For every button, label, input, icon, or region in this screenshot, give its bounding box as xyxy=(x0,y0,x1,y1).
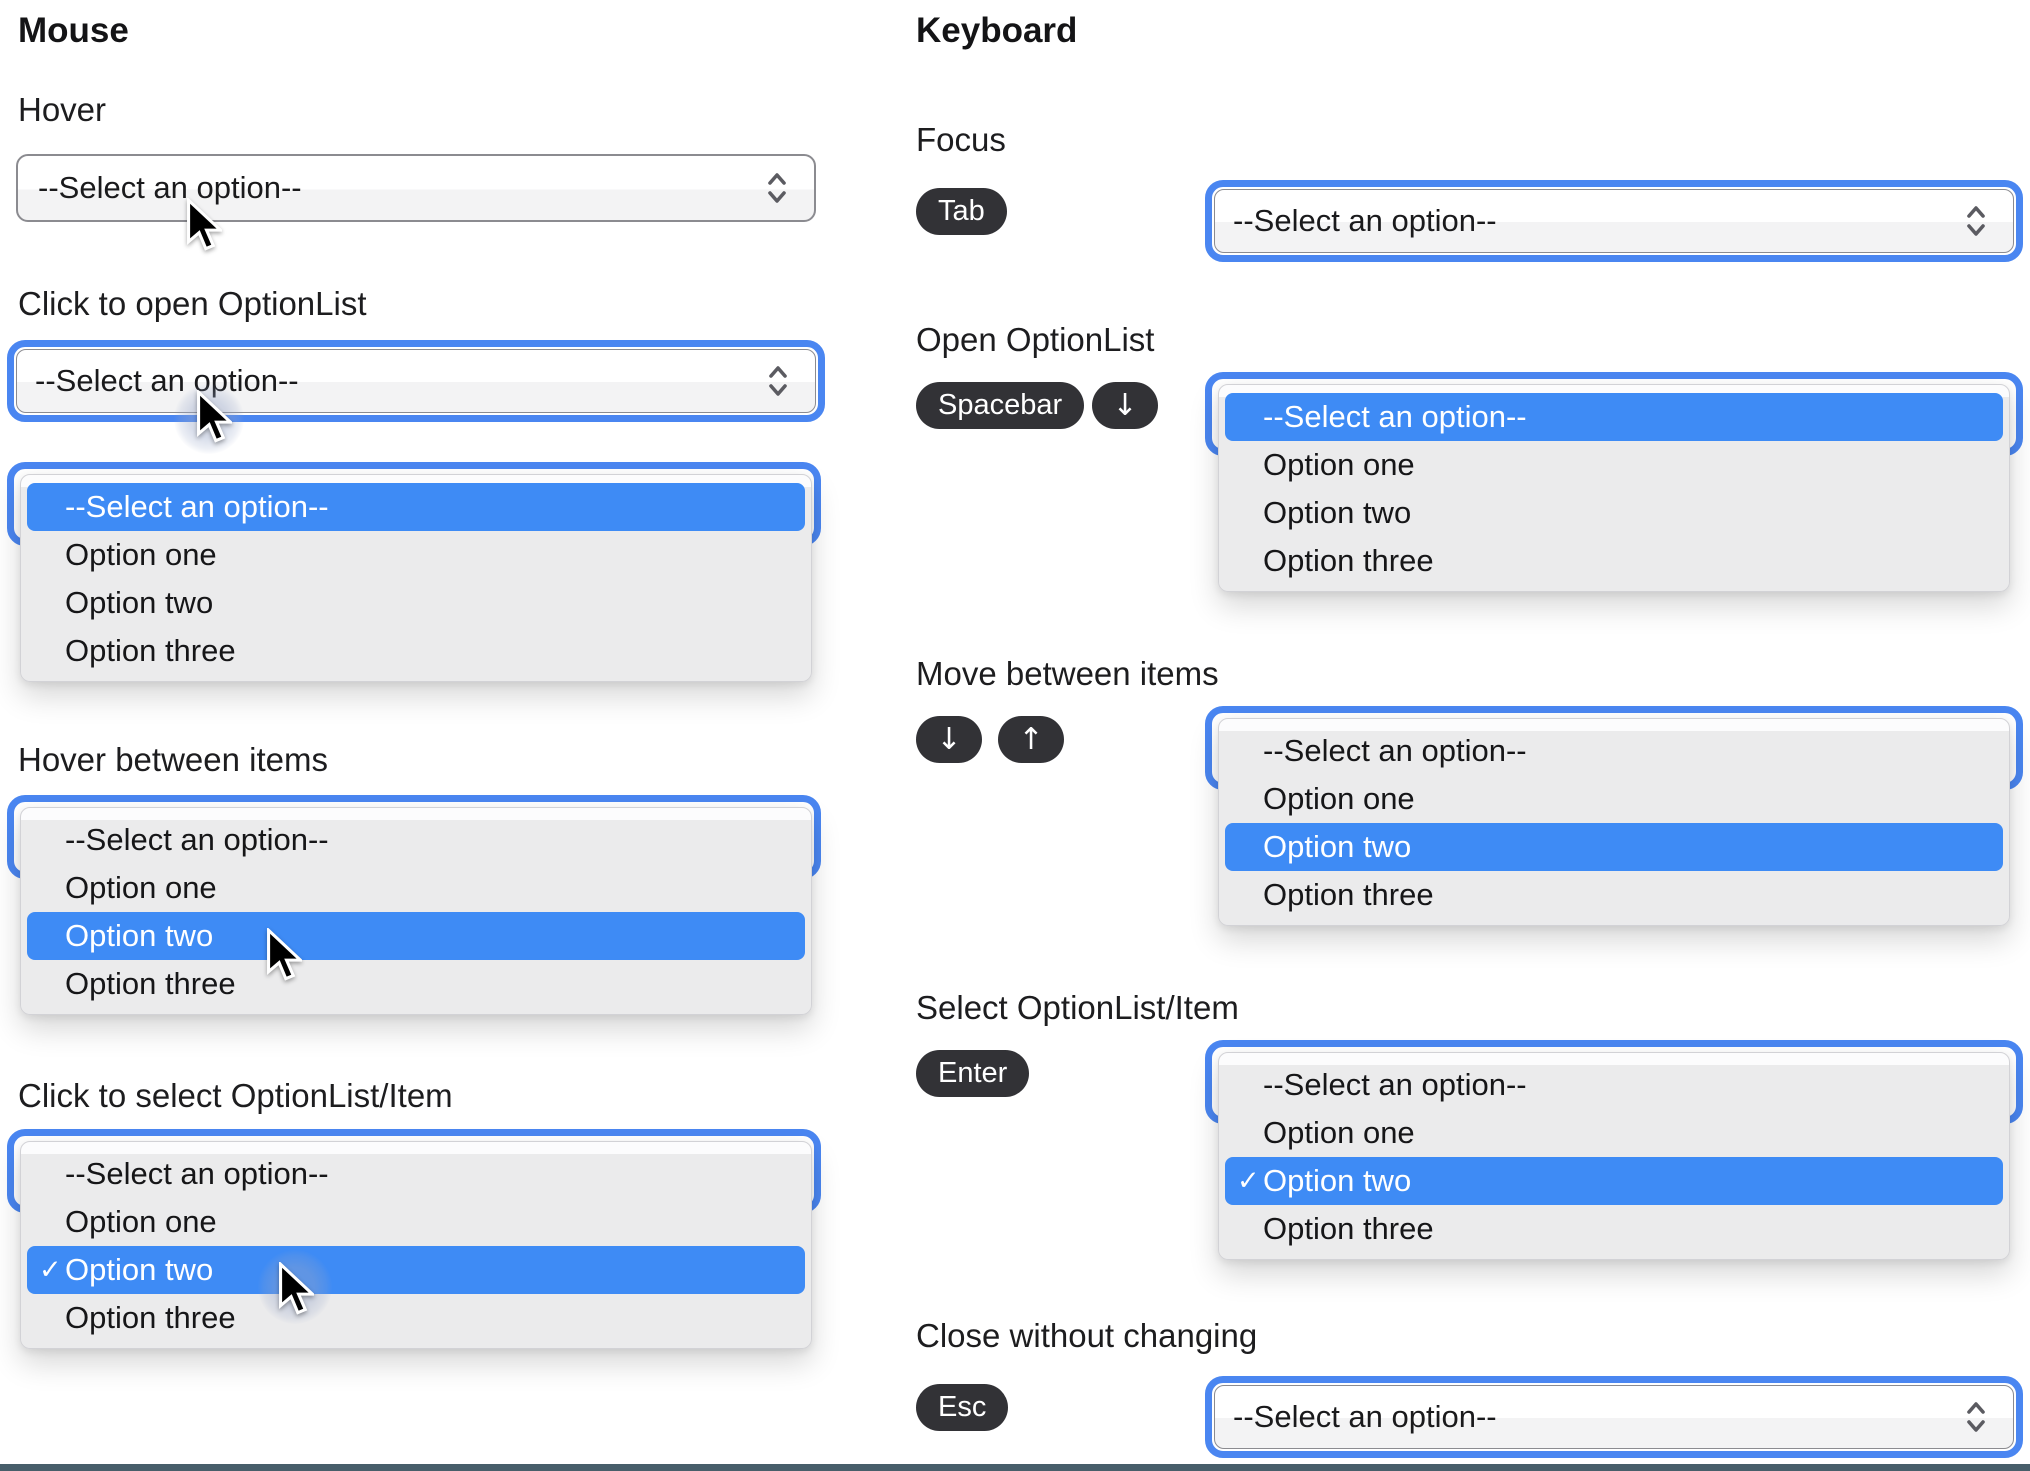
option-item[interactable]: Option one xyxy=(27,531,805,579)
option-item[interactable]: --Select an option-- xyxy=(1225,727,2003,775)
page: Mouse Hover --Select an option-- Click t… xyxy=(0,0,2030,1471)
option-label: --Select an option-- xyxy=(65,1156,329,1191)
option-item[interactable]: --Select an option-- xyxy=(27,483,805,531)
option-label: Option two xyxy=(1263,495,1412,530)
option-item-selected[interactable]: ✓ Option two xyxy=(1225,1157,2003,1205)
option-label: --Select an option-- xyxy=(1263,1067,1527,1102)
optionlist-open: --Select an option-- Option one ✓ Option… xyxy=(20,1141,812,1349)
check-icon: ✓ xyxy=(39,1254,62,1286)
column-title-mouse: Mouse xyxy=(18,11,129,50)
option-item[interactable]: --Select an option-- xyxy=(1225,393,2003,441)
key-chip-tab: Tab xyxy=(916,188,1007,235)
option-item[interactable]: Option two xyxy=(1225,823,2003,871)
option-item[interactable]: Option two xyxy=(1225,489,2003,537)
option-item[interactable]: Option three xyxy=(1225,871,2003,919)
check-icon: ✓ xyxy=(1237,1165,1260,1197)
option-label: --Select an option-- xyxy=(1263,399,1527,434)
option-item[interactable]: Option one xyxy=(27,864,805,912)
mouse-cursor-icon xyxy=(197,390,232,443)
option-label: Option one xyxy=(65,1204,217,1239)
select-field: --Select an option-- xyxy=(1214,189,2014,253)
select-focused-closed[interactable]: --Select an option-- xyxy=(7,340,825,422)
optionlist-open: --Select an option-- Option one ✓ Option… xyxy=(1218,1052,2010,1260)
section-label-hover-items: Hover between items xyxy=(18,741,328,778)
option-label: Option three xyxy=(1263,1211,1434,1246)
option-item[interactable]: --Select an option-- xyxy=(27,1150,805,1198)
option-label: Option two xyxy=(65,1252,214,1287)
option-label: Option two xyxy=(65,585,214,620)
select-hover-closed[interactable]: --Select an option-- xyxy=(16,154,816,222)
option-label: Option three xyxy=(1263,877,1434,912)
option-label: Option two xyxy=(1263,1163,1412,1198)
key-chip-spacebar: Spacebar xyxy=(916,382,1085,429)
bottom-divider xyxy=(0,1464,2030,1471)
key-chip-enter: Enter xyxy=(916,1050,1030,1097)
column-title-keyboard: Keyboard xyxy=(916,11,1078,50)
select-value: --Select an option-- xyxy=(38,170,302,205)
select-value: --Select an option-- xyxy=(1233,1399,1497,1434)
optionlist-open: --Select an option-- Option one Option t… xyxy=(1218,384,2010,592)
option-label: --Select an option-- xyxy=(65,822,329,857)
key-chip-esc: Esc xyxy=(916,1384,1009,1431)
option-label: Option three xyxy=(65,1300,236,1335)
option-item[interactable]: Option three xyxy=(1225,537,2003,585)
section-label-hover: Hover xyxy=(18,91,107,128)
optionlist-open: --Select an option-- Option one Option t… xyxy=(20,474,812,682)
updown-chevron-icon xyxy=(1967,1402,1985,1432)
select-value: --Select an option-- xyxy=(1233,203,1497,238)
section-label-click-open: Click to open OptionList xyxy=(18,285,367,322)
option-label: Option two xyxy=(65,918,214,953)
option-item-selected[interactable]: ✓ Option two xyxy=(27,1246,805,1294)
optionlist-open: --Select an option-- Option one Option t… xyxy=(1218,718,2010,926)
select-field: --Select an option-- xyxy=(1214,1385,2014,1449)
section-label-select: Select OptionList/Item xyxy=(916,989,1239,1026)
option-label: Option three xyxy=(65,633,236,668)
updown-chevron-icon xyxy=(769,366,787,396)
option-item[interactable]: Option one xyxy=(1225,775,2003,823)
optionlist-open: --Select an option-- Option one Option t… xyxy=(20,807,812,1015)
option-label: Option one xyxy=(1263,1115,1415,1150)
mouse-cursor-icon xyxy=(267,928,302,981)
key-chip-arrow-down: ↓ xyxy=(916,716,982,763)
section-label-close: Close without changing xyxy=(916,1317,1258,1354)
section-label-focus: Focus xyxy=(916,121,1006,158)
option-item[interactable]: Option three xyxy=(1225,1205,2003,1253)
option-label: Option one xyxy=(65,870,217,905)
option-item[interactable]: Option three xyxy=(27,960,805,1008)
option-label: Option one xyxy=(65,537,217,572)
select-value: --Select an option-- xyxy=(35,363,299,398)
option-item[interactable]: Option one xyxy=(1225,1109,2003,1157)
option-item[interactable]: Option two xyxy=(27,912,805,960)
mouse-cursor-icon xyxy=(187,198,222,251)
select-field: --Select an option-- xyxy=(16,349,816,413)
select-focused-closed[interactable]: --Select an option-- xyxy=(1205,1376,2023,1458)
updown-chevron-icon xyxy=(1967,206,1985,236)
option-item[interactable]: --Select an option-- xyxy=(27,816,805,864)
option-label: Option one xyxy=(1263,447,1415,482)
option-item[interactable]: --Select an option-- xyxy=(1225,1061,2003,1109)
mouse-cursor-icon xyxy=(279,1262,314,1315)
option-item[interactable]: Option one xyxy=(27,1198,805,1246)
option-label: Option two xyxy=(1263,829,1412,864)
option-label: Option three xyxy=(65,966,236,1001)
option-item[interactable]: Option one xyxy=(1225,441,2003,489)
option-item[interactable]: Option two xyxy=(27,579,805,627)
option-label: --Select an option-- xyxy=(65,489,329,524)
updown-chevron-icon xyxy=(768,173,786,203)
option-label: Option one xyxy=(1263,781,1415,816)
option-label: Option three xyxy=(1263,543,1434,578)
option-item[interactable]: Option three xyxy=(27,1294,805,1342)
section-label-open: Open OptionList xyxy=(916,321,1155,358)
select-focused-closed[interactable]: --Select an option-- xyxy=(1205,180,2023,262)
key-chip-arrow-down: ↓ xyxy=(1092,382,1158,429)
key-chip-arrow-up: ↑ xyxy=(998,716,1064,763)
option-item[interactable]: Option three xyxy=(27,627,805,675)
section-label-move: Move between items xyxy=(916,655,1219,692)
section-label-click-select: Click to select OptionList/Item xyxy=(18,1077,453,1114)
option-label: --Select an option-- xyxy=(1263,733,1527,768)
